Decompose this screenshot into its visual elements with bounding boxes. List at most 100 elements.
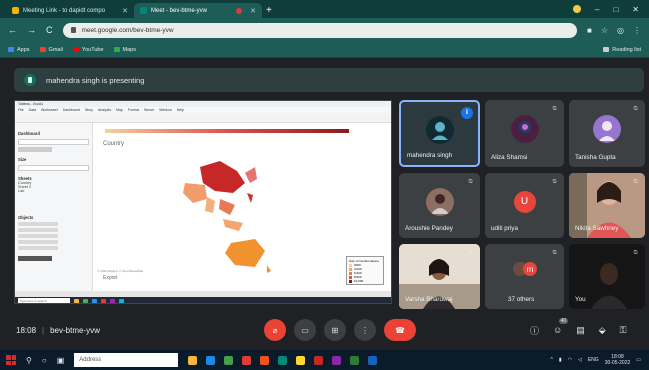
info-icon[interactable]: ⓘ	[530, 324, 539, 337]
speaking-icon: ⦀	[461, 107, 473, 119]
app-icon[interactable]	[332, 355, 342, 365]
browser-tab-active[interactable]: Meet - bev-btme-yvw ✕	[134, 3, 262, 18]
excel-icon[interactable]	[350, 355, 360, 365]
activities-icon[interactable]: ⬙	[599, 325, 606, 336]
presenting-banner: mahendra singh is presenting	[14, 68, 644, 92]
participant-tile[interactable]: ⍉ Nikita Sawhney	[569, 173, 645, 238]
wifi-icon: ◠	[567, 357, 572, 363]
star-icon[interactable]: ☆	[601, 26, 608, 35]
meeting-time: 18:08	[16, 325, 37, 335]
browser-tab[interactable]: Meeting Link - to dapidt compo ✕	[6, 3, 134, 18]
volume-icon[interactable]: ◁	[578, 357, 582, 363]
tab-favicon-icon	[12, 7, 19, 14]
forward-icon[interactable]: →	[27, 25, 36, 35]
notification-icon[interactable]: ▭	[636, 357, 641, 363]
edge-icon[interactable]	[206, 355, 216, 365]
call-controls: ⌀ ▭ ⊞ ⋮ ☎	[264, 319, 416, 341]
extension-icon[interactable]: ◎	[617, 26, 624, 35]
app-icon[interactable]	[296, 355, 306, 365]
participant-tile[interactable]: ⍉ Aroushie Pandey	[399, 173, 480, 238]
task-view-icon[interactable]: ▣	[57, 356, 65, 365]
app-icon[interactable]	[242, 355, 252, 365]
windows-start-icon[interactable]	[6, 355, 16, 365]
language-indicator[interactable]: ENG	[588, 357, 599, 363]
chevron-up-icon[interactable]: ^	[550, 357, 552, 363]
participant-tile[interactable]: ⍉ Varsha Bhardwaj	[399, 244, 480, 309]
view-subtitle: Export	[103, 275, 118, 281]
maximize-icon[interactable]: □	[613, 5, 618, 14]
close-window-icon[interactable]: ✕	[632, 5, 639, 14]
profile-icon[interactable]	[573, 5, 581, 13]
participant-name: mahendra singh	[407, 152, 453, 159]
menu-icon[interactable]: ⋮	[633, 26, 641, 35]
clock[interactable]: 18:08 30-05-2022	[605, 354, 631, 366]
bookmark-youtube[interactable]: YouTube	[72, 47, 104, 53]
participant-tile[interactable]: m ⍉ 37 others	[485, 244, 564, 309]
cortana-icon[interactable]: ○	[42, 356, 47, 365]
bookmark-maps[interactable]: Maps	[113, 47, 136, 53]
avatar	[510, 115, 539, 144]
taskbar-address-input[interactable]: Address	[74, 353, 179, 367]
tableau-side-panel: Dashboard Size Sheets Country Sheet 2 La…	[15, 123, 93, 291]
maps-icon	[113, 47, 120, 52]
back-icon[interactable]: ←	[8, 25, 17, 35]
participant-tile[interactable]: ⍉ You	[569, 244, 645, 309]
tableau-view: Country © 2022 Mapbox © OpenStreetMap Ex…	[95, 123, 391, 291]
close-tab-icon[interactable]: ✕	[250, 7, 256, 15]
side-controls: ⓘ ☺ 40 ▤ ⬙ ⚿	[530, 318, 627, 337]
close-tab-icon[interactable]: ✕	[122, 7, 128, 15]
camera-icon[interactable]: ■	[587, 26, 592, 35]
search-icon[interactable]: ⚲	[26, 356, 32, 365]
map-legend: Sum of Conformations 2000 4,000 6,000 8,…	[346, 256, 384, 285]
participant-name: 37 others	[508, 296, 535, 303]
meeting-code: bev-btme-yvw	[50, 325, 100, 335]
people-icon[interactable]: ☺ 40	[553, 318, 569, 335]
battery-icon: ▮	[558, 357, 562, 363]
tab-title: Meeting Link - to dapidt compo	[23, 7, 106, 14]
url-field[interactable]: meet.google.com/bev-btme-yvw	[62, 22, 577, 38]
apps-icon	[8, 47, 14, 52]
shared-taskbar: Type here to search	[15, 297, 391, 303]
end-call-button[interactable]: ☎	[384, 319, 416, 341]
meet-favicon-icon	[140, 7, 147, 14]
address-actions: ■ ☆ ◎ ⋮	[587, 26, 641, 35]
minimize-icon[interactable]: –	[595, 5, 599, 14]
more-options-button[interactable]: ⋮	[354, 319, 376, 341]
participant-tile[interactable]: ⦀ mahendra singh	[399, 100, 480, 167]
avatar	[425, 115, 454, 144]
reload-icon[interactable]: C	[46, 25, 53, 35]
meeting-info: 18:08 | bev-btme-yvw	[16, 325, 100, 335]
mic-off-icon: ⍉	[468, 179, 473, 185]
app-icon[interactable]	[278, 355, 288, 365]
participant-name: uditi priya	[491, 225, 518, 232]
recording-indicator-icon	[236, 7, 243, 14]
color-scale-bar	[105, 129, 349, 133]
camera-button[interactable]: ▭	[294, 319, 316, 341]
chat-icon[interactable]: ▤	[576, 325, 585, 336]
new-tab-button[interactable]: +	[266, 3, 272, 18]
word-icon[interactable]	[368, 355, 378, 365]
shared-screen: Tableau - Book1 File Data Worksheet Dash…	[14, 100, 392, 304]
mic-off-icon: ⍉	[552, 179, 557, 185]
bookmark-gmail[interactable]: Gmail	[39, 47, 63, 53]
app-icon[interactable]	[260, 355, 270, 365]
participant-tile[interactable]: ⍉ Aliza Shamsi	[485, 100, 564, 167]
url-text: meet.google.com/bev-btme-yvw	[81, 26, 174, 34]
mic-off-icon: ⍉	[633, 106, 638, 112]
bookmark-apps[interactable]: Apps	[8, 47, 30, 53]
host-controls-icon[interactable]: ⚿	[620, 325, 627, 336]
pdf-icon[interactable]	[314, 355, 324, 365]
chrome-icon[interactable]	[224, 355, 234, 365]
present-button[interactable]: ⊞	[324, 319, 346, 341]
meet-area: mahendra singh is presenting Tableau - B…	[0, 58, 649, 350]
mic-off-icon: ⍉	[633, 179, 638, 185]
window-controls: – □ ✕	[573, 0, 649, 18]
reading-list[interactable]: Reading list	[603, 47, 641, 53]
mic-off-button[interactable]: ⌀	[264, 319, 286, 341]
participant-name: You	[575, 296, 586, 303]
participant-tile[interactable]: ⍉ Tanisha Gupta	[569, 100, 645, 167]
view-title: Country	[103, 141, 125, 147]
mic-off-icon: ⍉	[552, 250, 557, 256]
file-explorer-icon[interactable]	[188, 355, 198, 365]
participant-tile[interactable]: U ⍉ uditi priya	[485, 173, 564, 238]
